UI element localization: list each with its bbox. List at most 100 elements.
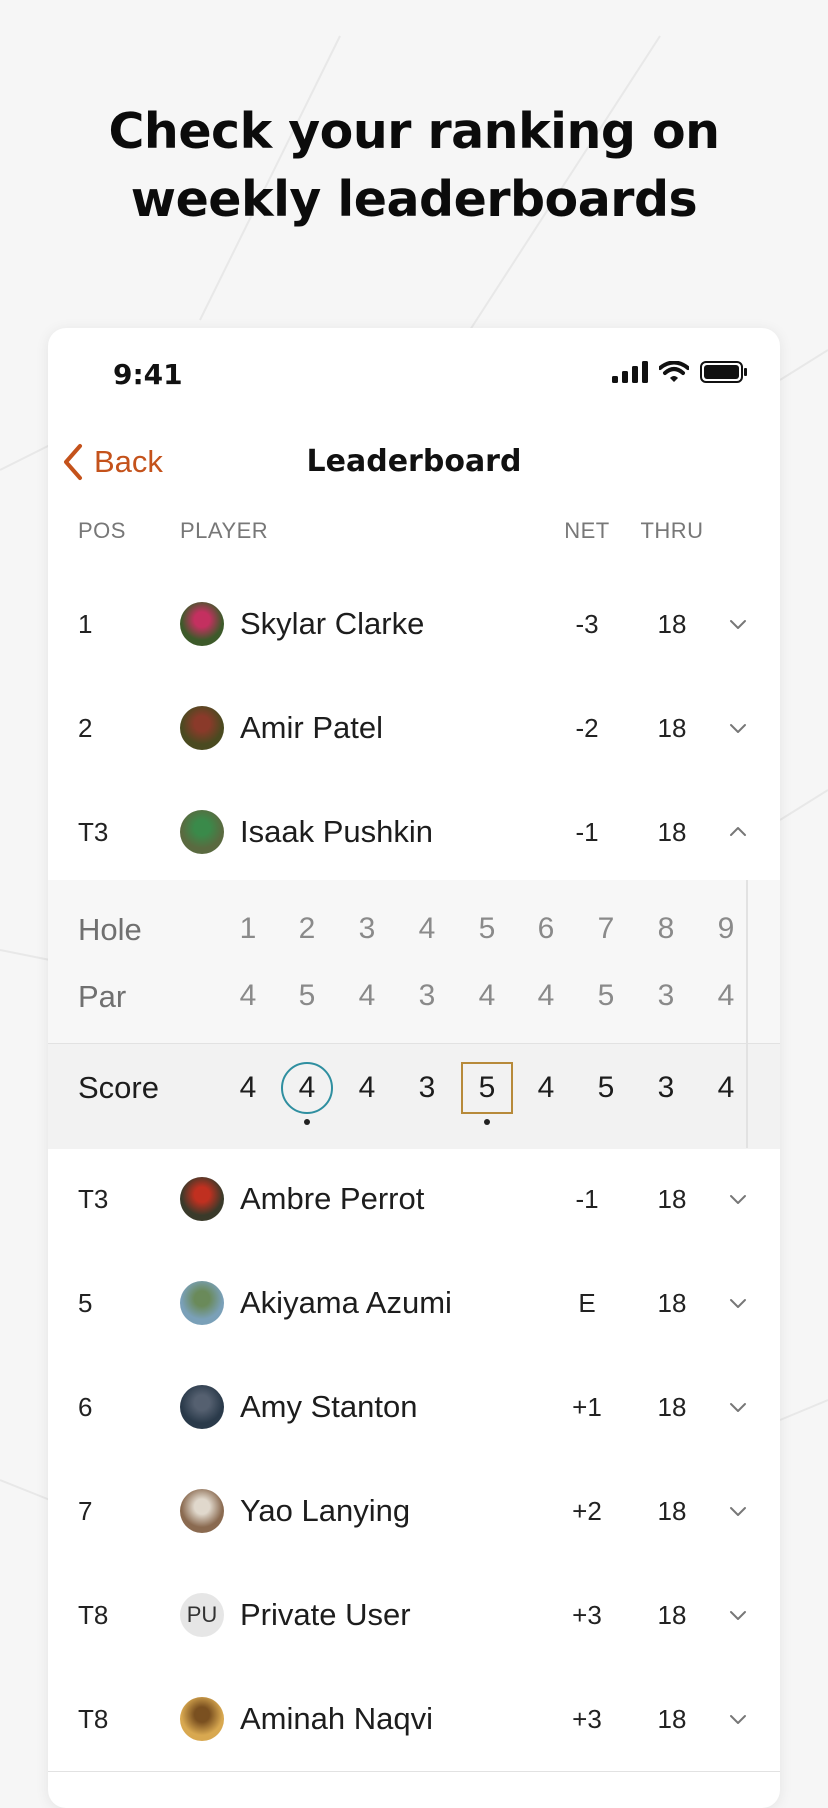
hole-number: 8 (657, 912, 675, 945)
row-position: 5 (78, 1288, 93, 1318)
row-position: 1 (78, 609, 93, 639)
avatar (180, 810, 224, 854)
hole-number: 5 (478, 912, 496, 945)
par-value: 5 (597, 979, 615, 1012)
leaderboard-row[interactable]: 5 Akiyama Azumi E 18 (48, 1251, 780, 1356)
leaderboard-row[interactable]: 2 Amir Patel -2 18 (48, 676, 780, 781)
headline: Check your ranking on weekly leaderboard… (0, 98, 828, 234)
row-position: T3 (78, 817, 109, 847)
hole-number: 6 (537, 912, 555, 945)
hole-number: 7 (597, 912, 615, 945)
par-value: 5 (298, 979, 316, 1012)
net-score: +3 (572, 1704, 602, 1734)
score-value: 3 (657, 1071, 675, 1104)
avatar (180, 1697, 224, 1741)
avatar: PU (180, 1593, 224, 1637)
player-name: Aminah Naqvi (240, 1701, 433, 1736)
hole-number: 4 (418, 912, 436, 945)
player-name: Akiyama Azumi (240, 1285, 452, 1320)
status-icons (612, 360, 752, 388)
avatar (180, 1177, 224, 1221)
par-value: 4 (537, 979, 555, 1012)
chevron-up-icon[interactable] (728, 822, 748, 842)
leaderboard-row[interactable]: 1 Skylar Clarke -3 18 (48, 572, 780, 677)
par-value: 4 (478, 979, 496, 1012)
column-header-net: NET (564, 518, 610, 543)
hole-number: 1 (239, 912, 257, 945)
score-value: 4 (537, 1071, 555, 1104)
holes-thru: 18 (657, 1184, 687, 1214)
headline-line-2: weekly leaderboards (130, 171, 698, 228)
hole-label: Hole (78, 912, 142, 947)
avatar (180, 706, 224, 750)
nav-bar: Leaderboard Back (48, 440, 780, 484)
net-score: -1 (575, 1184, 599, 1214)
avatar (180, 1489, 224, 1533)
par-label: Par (78, 979, 127, 1014)
holes-thru: 18 (657, 1704, 687, 1734)
hole-number: 2 (298, 912, 316, 945)
net-score: +3 (572, 1600, 602, 1630)
leaderboard-row[interactable]: T3 Ambre Perrot -1 18 (48, 1147, 780, 1252)
avatar (180, 1281, 224, 1325)
player-name: Isaak Pushkin (240, 814, 433, 849)
holes-thru: 18 (657, 713, 687, 743)
player-name: Ambre Perrot (240, 1181, 425, 1216)
column-header-pos: POS (78, 518, 126, 543)
avatar (180, 1385, 224, 1429)
leaderboard-row[interactable]: 7 Yao Lanying +2 18 (48, 1459, 780, 1564)
score-value: 4 (358, 1071, 376, 1104)
player-name: Amir Patel (240, 710, 383, 745)
column-header-thru: THRU (640, 518, 704, 543)
status-time: 9:41 (113, 358, 183, 391)
par-value: 3 (418, 979, 436, 1012)
leaderboard-row[interactable]: T3 Isaak Pushkin -1 18 (48, 780, 780, 885)
par-value: 4 (358, 979, 376, 1012)
leaderboard-row[interactable]: T8 Aminah Naqvi +3 18 (48, 1667, 780, 1772)
chevron-down-icon[interactable] (728, 1709, 748, 1729)
score-value: 5 (597, 1071, 615, 1104)
row-position: 2 (78, 713, 93, 743)
chevron-down-icon[interactable] (728, 614, 748, 634)
chevron-down-icon[interactable] (728, 1189, 748, 1209)
net-score: -3 (575, 609, 599, 639)
score-value: 3 (418, 1071, 436, 1104)
row-position: T8 (78, 1704, 109, 1734)
holes-thru: 18 (657, 1392, 687, 1422)
chevron-down-icon[interactable] (728, 1605, 748, 1625)
holes-thru: 18 (657, 1496, 687, 1526)
leaderboard-row[interactable]: T8 PU Private User +3 18 (48, 1563, 780, 1668)
row-position: T8 (78, 1600, 109, 1630)
battery-icon (700, 361, 748, 388)
score-value: 4 (239, 1071, 257, 1104)
phone-screen: 9:41 Leaderboard Back POS PLAYER NET THR… (48, 328, 780, 1808)
holes-thru: 18 (657, 817, 687, 847)
player-name: Amy Stanton (240, 1389, 418, 1424)
chevron-down-icon[interactable] (728, 1293, 748, 1313)
leaderboard-row[interactable]: 6 Amy Stanton +1 18 (48, 1355, 780, 1460)
back-label: Back (94, 444, 163, 479)
holes-thru: 18 (657, 609, 687, 639)
score-row: Score 4 4 4 3 5 4 5 3 4 (48, 1043, 780, 1149)
chevron-down-icon[interactable] (728, 1397, 748, 1417)
player-name: Yao Lanying (240, 1493, 411, 1528)
player-name: Private User (240, 1597, 411, 1632)
avatar (180, 602, 224, 646)
scorecard-divider (746, 880, 748, 1148)
stroke-dot (484, 1119, 490, 1125)
scorecard: Hole Par 1 4 2 5 3 4 4 3 5 4 6 4 7 5 8 3 9 4 Score 4 4 4 3 5 4 5 3 4 (48, 880, 780, 1149)
holes-thru: 18 (657, 1600, 687, 1630)
player-name: Skylar Clarke (240, 606, 425, 641)
chevron-down-icon[interactable] (728, 718, 748, 738)
wifi-icon (658, 360, 690, 388)
stroke-dot (304, 1119, 310, 1125)
back-button[interactable]: Back (62, 440, 163, 484)
net-score: E (578, 1288, 596, 1318)
par-value: 4 (717, 979, 735, 1012)
par-value: 3 (657, 979, 675, 1012)
net-score: +1 (572, 1392, 602, 1422)
par-value: 4 (239, 979, 257, 1012)
cellular-signal-icon (612, 361, 650, 388)
chevron-down-icon[interactable] (728, 1501, 748, 1521)
column-header-player: PLAYER (180, 518, 269, 543)
